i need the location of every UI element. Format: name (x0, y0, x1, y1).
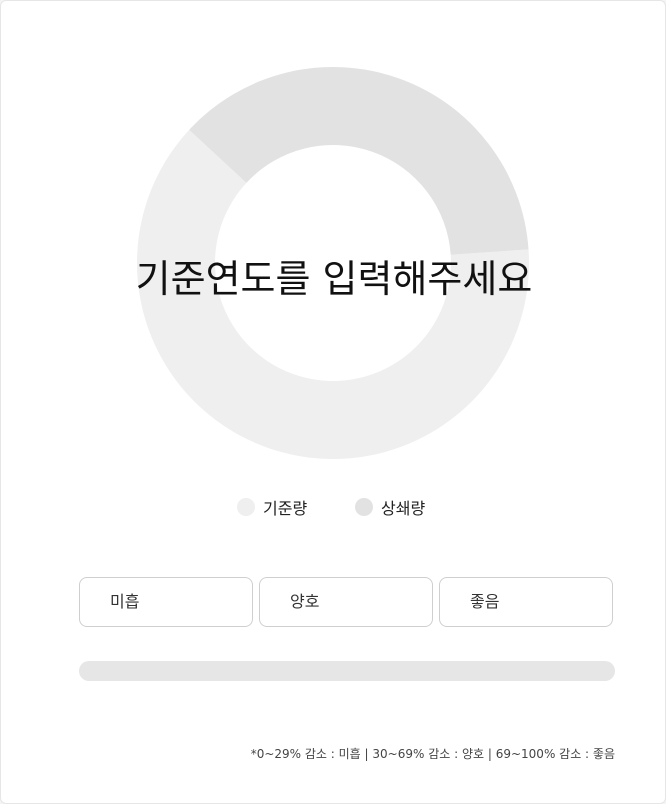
reduction-progress-bar (79, 661, 615, 681)
legend-label-base: 기준량 (263, 499, 308, 518)
level-box-excellent: 좋음 (439, 577, 613, 627)
donut-slice-offset (189, 67, 529, 255)
legend-label-offset: 상쇄량 (381, 499, 426, 518)
legend-item-base-amount: 기준량 (237, 495, 307, 519)
legend-swatch-offset (355, 498, 373, 516)
enter-base-year-message: 기준연도를 입력해주세요 (135, 257, 533, 301)
level-box-insufficient: 미흡 (79, 577, 253, 627)
legend-item-offset-amount: 상쇄량 (355, 495, 425, 519)
legend-swatch-base (237, 498, 255, 516)
level-box-good: 양호 (259, 577, 433, 627)
reduction-card: 기준연도를 입력해주세요 기준량 상쇄량 미흡 양호 좋음 *0~29% 감소 … (0, 0, 666, 804)
reduction-criteria-footnote: *0~29% 감소 : 미흡 | 30~69% 감소 : 양호 | 69~100… (250, 747, 615, 761)
